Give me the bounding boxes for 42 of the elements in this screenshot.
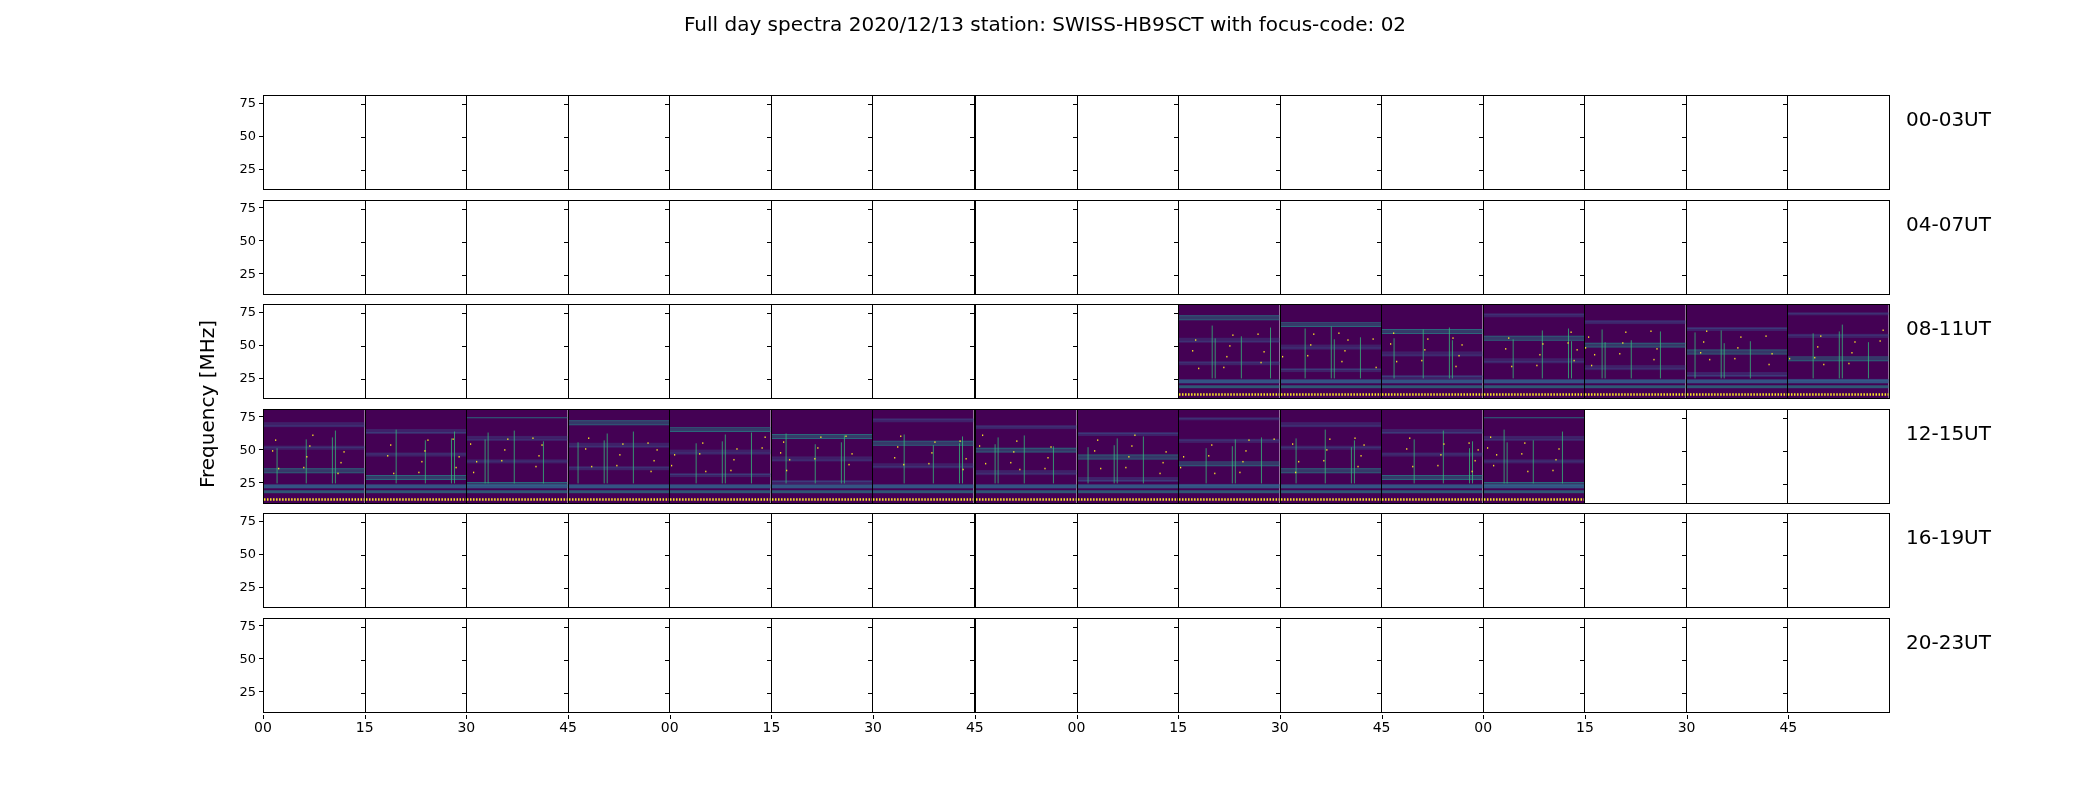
figure-title: Full day spectra 2020/12/13 station: SWISS-HB9SCT with focus-code: 02	[683, 12, 1407, 36]
x-tick-label: 15	[1576, 718, 1594, 735]
y-tick-label: 75	[239, 409, 256, 424]
time-range-label: 12-15UT	[1905, 419, 1992, 447]
x-tick-label: 30	[1677, 718, 1696, 735]
x-tick-label: 15	[762, 718, 781, 735]
x-tick-label: 00	[1474, 718, 1493, 735]
y-tick-label: 25	[239, 162, 256, 176]
y-tick-label: 75	[239, 96, 256, 110]
x-tick-label: 30	[864, 718, 883, 735]
x-tick-label: 30	[1270, 718, 1289, 735]
y-tick-label: 25	[239, 580, 256, 594]
y-tick-label: 75	[239, 200, 256, 215]
time-range-label: 04-07UT	[1905, 210, 1992, 238]
y-tick-label: 50	[239, 651, 256, 666]
x-tick-label: 15	[355, 718, 374, 735]
x-tick-label: 45	[1779, 718, 1798, 735]
x-tick-label: 30	[457, 718, 476, 735]
y-tick-label: 50	[239, 233, 256, 248]
y-tick-label: 75	[239, 305, 256, 319]
y-tick-label: 25	[239, 266, 256, 281]
y-tick-label: 25	[239, 684, 256, 699]
x-tick-label: 00	[1067, 718, 1086, 735]
x-tick-label: 45	[559, 718, 577, 735]
time-range-label: 00-03UT	[1905, 106, 1992, 133]
y-tick-label: 50	[239, 442, 256, 457]
y-tick-label: 75	[239, 618, 256, 633]
x-tick-label: 45	[965, 718, 984, 735]
x-tick-label: 45	[1372, 718, 1391, 735]
y-tick-label: 50	[239, 547, 256, 561]
x-tick-label: 00	[254, 718, 272, 735]
x-tick-label: 15	[1169, 718, 1188, 735]
x-tick-label: 00	[660, 718, 679, 735]
time-range-label: 16-19UT	[1905, 524, 1992, 551]
y-tick-label: 75	[239, 514, 256, 528]
y-tick-label: 25	[239, 475, 256, 490]
time-range-label: 08-11UT	[1905, 315, 1992, 342]
y-tick-label: 50	[239, 338, 256, 352]
time-range-label: 20-23UT	[1905, 628, 1992, 656]
y-axis-label: Frequency [MHz]	[195, 319, 220, 488]
y-tick-label: 50	[239, 129, 256, 143]
y-tick-label: 25	[239, 371, 256, 385]
